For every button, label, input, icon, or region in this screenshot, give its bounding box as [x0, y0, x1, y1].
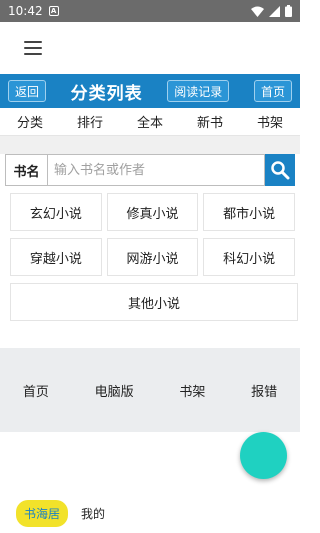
- nav-item-bookshelf[interactable]: 书架: [257, 112, 283, 131]
- hamburger-menu-icon[interactable]: [24, 41, 42, 55]
- category-xiuzhen[interactable]: 修真小说: [106, 193, 199, 231]
- category-xuanhuan[interactable]: 玄幻小说: [10, 193, 102, 231]
- site-tab-button[interactable]: 书海居: [16, 500, 69, 527]
- search-input[interactable]: [47, 154, 265, 186]
- search-bar: 书名: [5, 154, 295, 186]
- category-grid: 玄幻小说 修真小说 都市小说 穿越小说 网游小说 科幻小说 其他小说: [0, 186, 300, 321]
- signal-icon: [269, 5, 280, 17]
- wifi-icon: [251, 6, 264, 17]
- nav-item-complete[interactable]: 全本: [137, 112, 163, 131]
- app-bar: [0, 22, 300, 74]
- footer-desktop-link[interactable]: 电脑版: [95, 381, 134, 400]
- home-button[interactable]: 首页: [253, 80, 292, 102]
- notification-a-icon: A: [48, 6, 59, 16]
- nav-item-ranking[interactable]: 排行: [77, 112, 103, 131]
- category-dushi[interactable]: 都市小说: [203, 193, 296, 231]
- reading-history-button[interactable]: 阅读记录: [167, 80, 230, 102]
- search-icon: [271, 161, 290, 180]
- battery-icon: [285, 5, 292, 17]
- footer-report-link[interactable]: 报错: [251, 381, 277, 400]
- mine-tab-button[interactable]: 我的: [81, 505, 105, 522]
- footer-home-link[interactable]: 首页: [23, 381, 49, 400]
- floating-action-button[interactable]: [240, 432, 287, 479]
- category-chuanyue[interactable]: 穿越小说: [10, 238, 102, 276]
- title-bar: 返回 分类列表 阅读记录 首页: [0, 74, 300, 108]
- footer-nav: 首页 电脑版 书架 报错: [0, 348, 300, 432]
- footer-bookshelf-link[interactable]: 书架: [179, 381, 205, 400]
- back-button[interactable]: 返回: [8, 80, 47, 102]
- category-wangyou[interactable]: 网游小说: [106, 238, 199, 276]
- nav-item-category[interactable]: 分类: [17, 112, 43, 131]
- status-time: 10:42: [8, 4, 43, 18]
- category-other[interactable]: 其他小说: [10, 283, 298, 321]
- bottom-bar: 书海居 我的: [16, 500, 105, 527]
- nav-item-new-books[interactable]: 新书: [197, 112, 223, 131]
- search-button[interactable]: [265, 154, 295, 186]
- section-divider: [0, 136, 300, 154]
- category-kehuan[interactable]: 科幻小说: [203, 238, 296, 276]
- page-title: 分类列表: [70, 83, 143, 104]
- search-type-label: 书名: [5, 154, 47, 186]
- top-nav: 分类 排行 全本 新书 书架: [0, 108, 300, 136]
- status-bar: 10:42 A: [0, 0, 300, 22]
